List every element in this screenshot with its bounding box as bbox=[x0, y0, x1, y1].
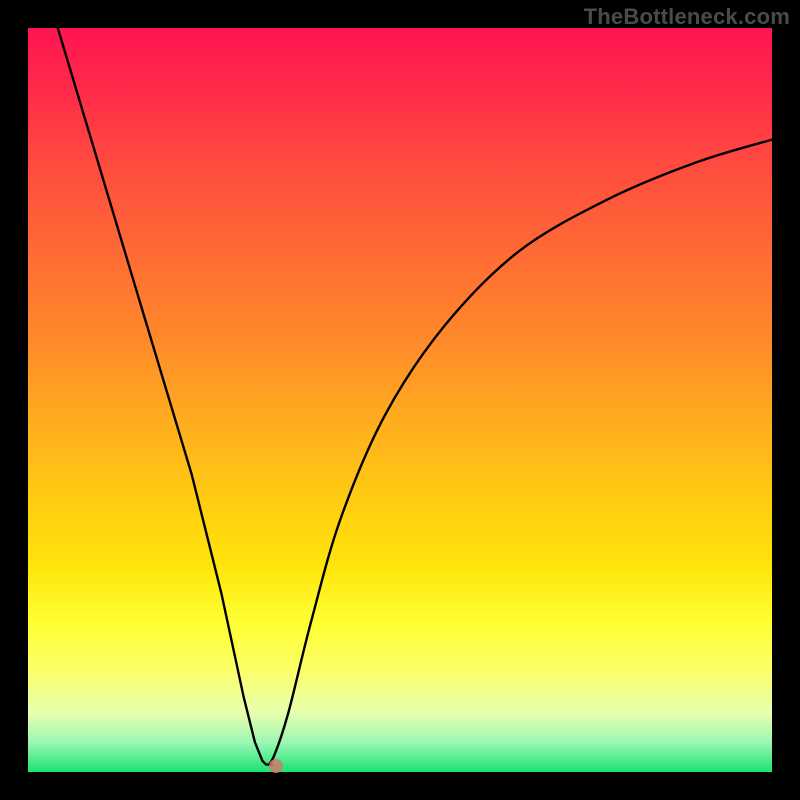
watermark-text: TheBottleneck.com bbox=[584, 4, 790, 30]
chart-frame: TheBottleneck.com bbox=[0, 0, 800, 800]
vertex-marker bbox=[269, 759, 283, 773]
bottleneck-curve bbox=[28, 28, 772, 772]
curve-path bbox=[58, 28, 772, 765]
plot-area bbox=[28, 28, 772, 772]
